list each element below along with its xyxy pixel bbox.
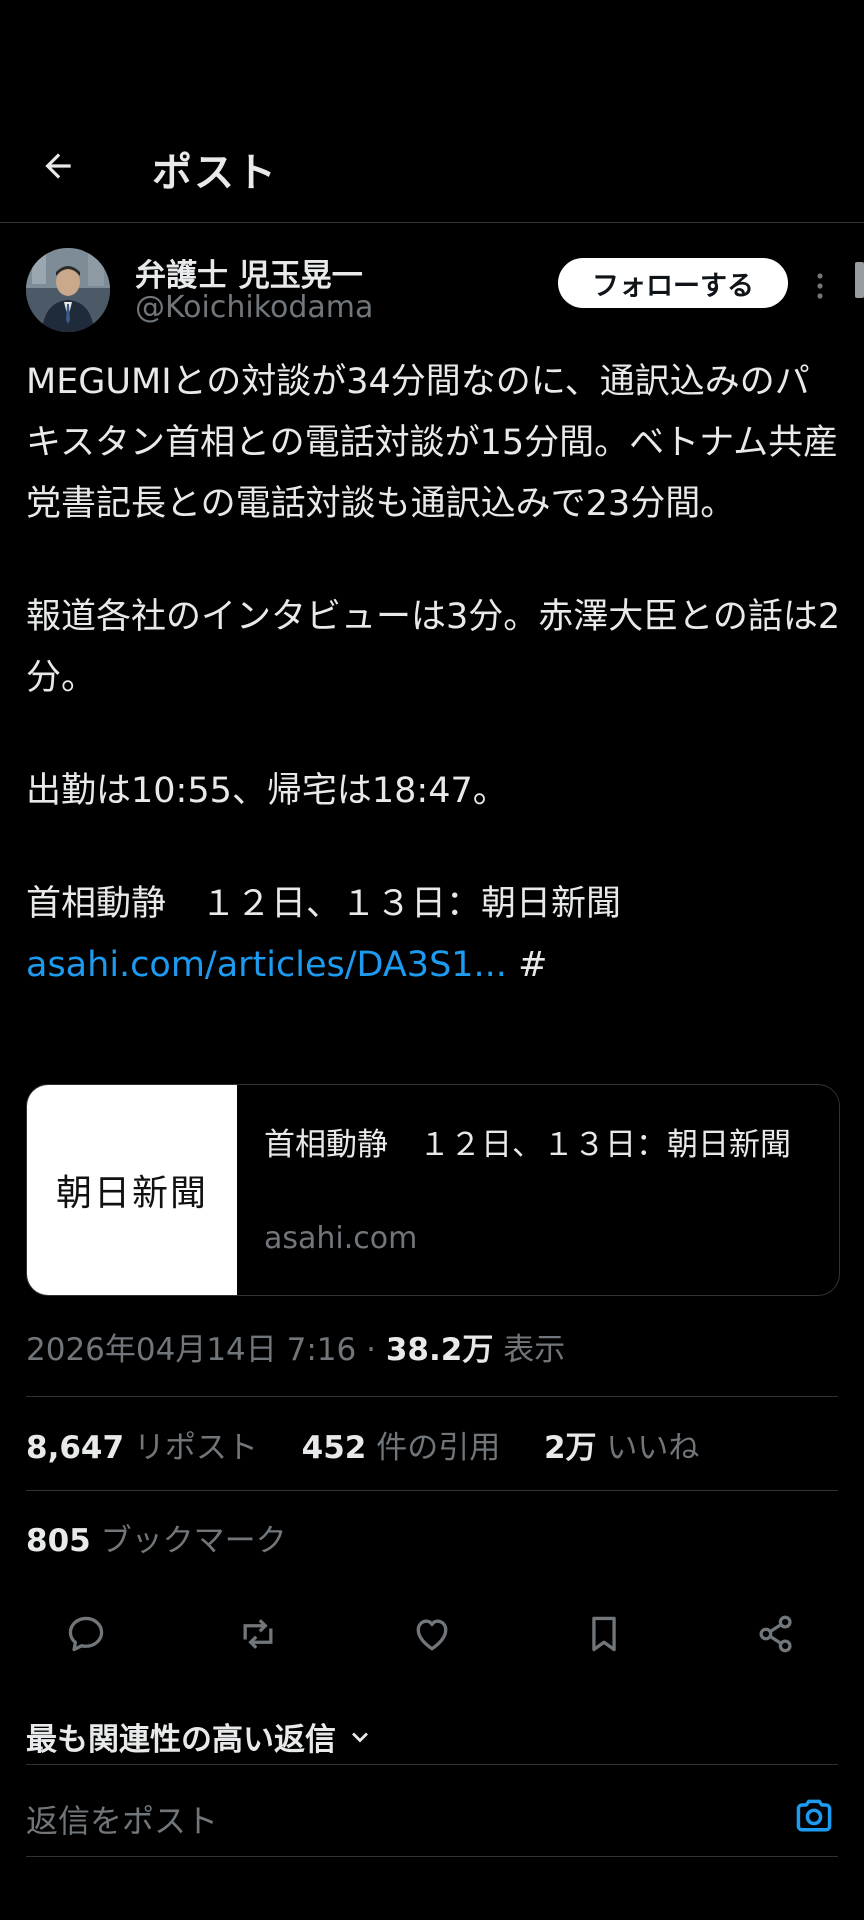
divider — [26, 1764, 838, 1765]
tweet-paragraph: 出勤は10:55、帰宅は18:47。 — [26, 771, 508, 811]
reply-icon — [68, 1616, 104, 1652]
tweet-paragraph: MEGUMIとの対談が34分間なのに、通訳込みのパキスタン首相との電話対談が15… — [26, 362, 839, 524]
quote-stat[interactable]: 452 件の引用 — [302, 1430, 510, 1466]
like-label: いいね — [606, 1430, 700, 1466]
follow-button[interactable]: フォローする — [558, 258, 788, 308]
avatar[interactable] — [26, 248, 110, 332]
quote-label: 件の引用 — [376, 1430, 501, 1466]
like-button[interactable] — [402, 1604, 462, 1664]
tweet-paragraph: 報道各社のインタビューは3分。赤澤大臣との話は2分。 — [26, 597, 841, 698]
author-name[interactable]: 弁護士 児玉晃一 — [135, 250, 363, 295]
camera-icon — [796, 1799, 832, 1832]
more-vertical-icon — [817, 273, 823, 299]
post-datetime[interactable]: 2026年04月14日 7:16 — [26, 1332, 356, 1368]
more-options-button[interactable] — [808, 266, 832, 306]
bookmark-label: ブックマーク — [100, 1523, 287, 1559]
tweet-paragraph: 首相動静 １２日、１３日：朝日新聞 — [26, 884, 622, 924]
share-button[interactable] — [746, 1604, 806, 1664]
repost-count: 8,647 — [26, 1430, 125, 1466]
share-icon — [759, 1615, 792, 1653]
view-count: 38.2万 — [385, 1332, 494, 1368]
view-label: 表示 — [503, 1332, 566, 1368]
engagement-stats: 8,647 リポスト 452 件の引用 2万 いいね — [26, 1422, 699, 1467]
card-title: 首相動静 １２日、１３日：朝日新聞 — [264, 1127, 791, 1163]
avatar-image — [26, 248, 110, 332]
repost-icon — [243, 1619, 273, 1649]
card-domain: asahi.com — [264, 1221, 418, 1256]
bookmark-icon — [592, 1616, 616, 1652]
page-title: ポスト — [152, 150, 278, 196]
tweet-text: MEGUMIとの対談が34分間なのに、通訳込みのパキスタン首相との電話対談が15… — [26, 352, 844, 996]
reply-input[interactable]: 返信をポスト — [26, 1796, 218, 1842]
hashtag-link[interactable]: # — [518, 945, 547, 985]
author-row: 弁護士 児玉晃一 @Koichikodama フォローする — [0, 246, 864, 336]
tweet-paragraph-with-link: 首相動静 １２日、１３日：朝日新聞 asahi.com/articles/DA3… — [26, 874, 844, 996]
camera-button[interactable] — [790, 1792, 838, 1840]
post-meta: 2026年04月14日 7:16 · 38.2万 表示 — [26, 1324, 565, 1369]
meta-separator: · — [366, 1332, 376, 1368]
repost-label: リポスト — [133, 1430, 258, 1466]
divider — [26, 1396, 838, 1397]
card-thumbnail-logo: 朝日新聞 — [27, 1085, 237, 1295]
article-link[interactable]: asahi.com/articles/DA3S1... — [26, 945, 507, 985]
reply-button[interactable] — [56, 1604, 116, 1664]
top-bar: ポスト — [0, 120, 864, 223]
arrow-left-icon — [45, 153, 71, 179]
author-handle[interactable]: @Koichikodama — [135, 290, 373, 325]
back-button[interactable] — [34, 142, 82, 190]
link-preview-card[interactable]: 朝日新聞 首相動静 １２日、１３日：朝日新聞 asahi.com — [26, 1084, 840, 1296]
chevron-down-icon — [352, 1732, 368, 1742]
repost-stat[interactable]: 8,647 リポスト — [26, 1430, 268, 1466]
scrollbar-thumb[interactable] — [855, 262, 864, 298]
bookmark-stat[interactable]: 805 ブックマーク — [26, 1515, 287, 1560]
divider — [26, 1856, 838, 1857]
like-stat[interactable]: 2万 いいね — [544, 1430, 699, 1466]
bookmark-count: 805 — [26, 1523, 91, 1559]
reply-sort-dropdown[interactable]: 最も関連性の高い返信 — [26, 1714, 374, 1759]
like-count: 2万 — [543, 1430, 597, 1466]
repost-button[interactable] — [228, 1604, 288, 1664]
like-icon — [416, 1619, 448, 1651]
action-bar — [0, 1604, 864, 1664]
divider — [26, 1490, 838, 1491]
quote-count: 452 — [301, 1430, 367, 1466]
reply-sort-label: 最も関連性の高い返信 — [26, 1722, 336, 1758]
bookmark-button[interactable] — [574, 1604, 634, 1664]
